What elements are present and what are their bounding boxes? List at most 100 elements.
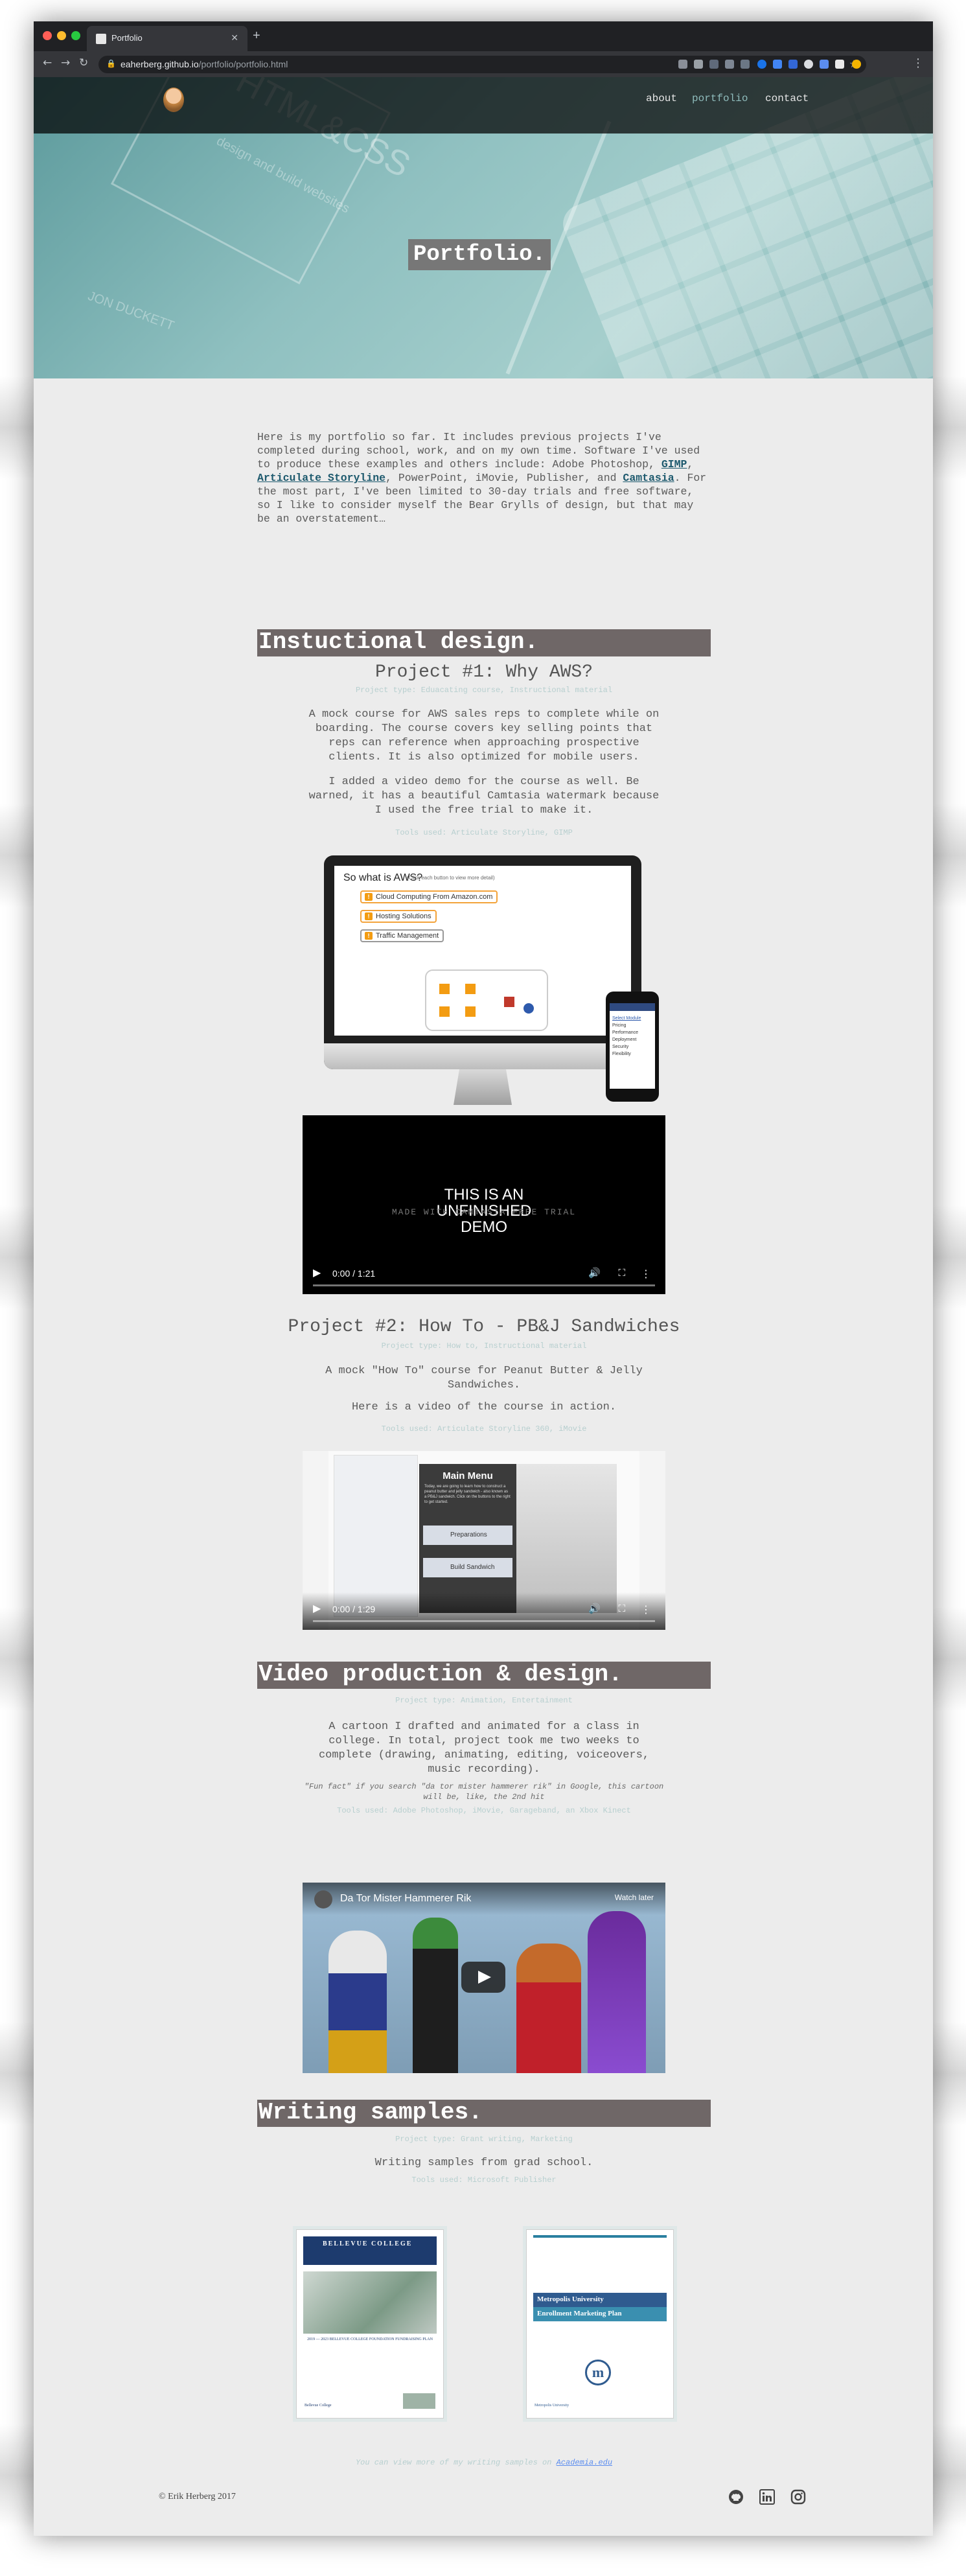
close-tab-icon[interactable]: ✕	[231, 32, 238, 43]
video-time: 0:00 / 1:29	[332, 1604, 376, 1614]
section-heading-writing: Writing samples.	[257, 2100, 711, 2127]
extension-icon[interactable]	[678, 60, 687, 69]
aws-diagram	[425, 969, 548, 1031]
academia-link[interactable]: Academia.edu	[557, 2458, 612, 2467]
video-time: 0:00 / 1:21	[332, 1268, 376, 1279]
aws-demo-video[interactable]: THIS IS AN UNFINISHED DEMO MADE WITH CAM…	[303, 1115, 665, 1294]
play-icon[interactable]: ▶	[313, 1602, 321, 1614]
doc-footer: Metropolis University	[535, 2404, 569, 2408]
tab-title: Portfolio	[111, 33, 143, 43]
project-2-video-note: Here is a video of the course in action.	[351, 1401, 617, 1413]
favicon-icon	[96, 34, 106, 44]
youtube-play-button[interactable]	[461, 1962, 505, 1993]
link-gimp[interactable]: GIMP	[661, 458, 687, 470]
nav-link-about[interactable]: about	[646, 93, 677, 104]
forward-icon[interactable]: →	[61, 56, 70, 69]
youtube-embed[interactable]: Da Tor Mister Hammerer Rik Watch later	[303, 1883, 665, 2073]
extension-icon[interactable]	[694, 60, 703, 69]
avatar[interactable]	[163, 87, 184, 112]
url-text: eaherberg.github.io/portfolio/portfolio.…	[121, 59, 288, 69]
video-controls: ▶ 0:00 / 1:29 🔊 ⛶ ⋮	[303, 1592, 665, 1630]
video-project-type: Project type: Animation, Entertainment	[395, 1696, 573, 1705]
play-icon[interactable]: ▶	[313, 1266, 321, 1279]
doc-thumbnail	[403, 2393, 435, 2409]
reload-icon[interactable]: ↻	[79, 56, 88, 69]
diagram-node	[523, 1003, 534, 1014]
extension-icon[interactable]	[804, 60, 813, 69]
profile-avatar-icon[interactable]	[852, 60, 861, 69]
browser-tab[interactable]: Portfolio ✕	[87, 26, 247, 51]
extension-icon[interactable]	[757, 60, 766, 69]
course-slide: So what is AWS? (Click each button to vi…	[334, 866, 631, 1036]
project-2-description: A mock "How To" course for Peanut Butter…	[325, 1365, 643, 1391]
extension-icon[interactable]	[725, 60, 734, 69]
course-mockup-image: So what is AWS? (Click each button to vi…	[324, 855, 659, 1115]
video-progress-bar[interactable]	[313, 1284, 655, 1286]
doc-footer: Bellevue College	[305, 2404, 332, 2408]
cartoon-character	[328, 1931, 387, 2073]
phone-menu-item: Flexibility	[612, 1052, 631, 1056]
back-icon[interactable]: ←	[43, 56, 52, 69]
build-sandwich-button: Build Sandwich	[423, 1558, 512, 1577]
browser-window: Portfolio ✕ + ← → ↻ 🔒 eaherberg.github.i…	[34, 21, 933, 2536]
github-icon[interactable]	[728, 2489, 744, 2505]
phone-menu-title: Select Module	[612, 1016, 641, 1021]
video-project-tools: Tools used: Adobe Photoshop, iMovie, Gar…	[337, 1806, 631, 1815]
project-2-tools: Tools used: Articulate Storyline 360, iM…	[381, 1424, 587, 1433]
writing-sample-bellevue[interactable]: BELLEVUE COLLEGE 2019 — 2023 BELLEVUE CO…	[296, 2229, 444, 2419]
video-progress-bar[interactable]	[313, 1620, 655, 1622]
extension-icon[interactable]	[773, 60, 782, 69]
new-tab-button[interactable]: +	[253, 29, 260, 43]
doc-header: BELLEVUE COLLEGE	[303, 2236, 437, 2265]
video-project-description: A cartoon I drafted and animated for a c…	[318, 1721, 650, 1776]
phone-header	[610, 1003, 655, 1011]
diagram-node	[439, 984, 450, 994]
instagram-icon[interactable]	[790, 2489, 806, 2505]
writing-sample-metropolis[interactable]: Metropolis University Enrollment Marketi…	[526, 2229, 674, 2419]
browser-tab-bar: Portfolio ✕ +	[34, 21, 933, 51]
link-articulate-storyline[interactable]: Articulate Storyline	[257, 472, 385, 484]
doc-title-line2: Enrollment Marketing Plan	[533, 2307, 667, 2321]
more-samples-text: You can view more of my writing samples …	[355, 2458, 613, 2467]
extension-icon[interactable]	[820, 60, 829, 69]
phone-menu-item: Security	[612, 1045, 629, 1049]
site-nav: about portfolio contact	[34, 77, 933, 133]
nav-link-portfolio[interactable]: portfolio	[692, 93, 748, 104]
lock-icon: 🔒	[106, 59, 116, 68]
minimize-window-button[interactable]	[57, 31, 66, 40]
phone-menu-item: Performance	[612, 1030, 639, 1035]
extension-icon[interactable]	[709, 60, 719, 69]
extension-icon[interactable]	[835, 60, 844, 69]
imac-stand	[454, 1069, 512, 1105]
linkedin-icon[interactable]	[759, 2489, 775, 2505]
extension-icon[interactable]	[741, 60, 750, 69]
fullscreen-icon[interactable]: ⛶	[618, 1603, 625, 1614]
writing-tools: Tools used: Microsoft Publisher	[411, 2176, 557, 2185]
imac-screen: So what is AWS? (Click each button to vi…	[324, 855, 641, 1069]
more-options-icon[interactable]: ⋮	[641, 1268, 651, 1280]
doc-caption: 2019 — 2023 BELLEVUE COLLEGE FOUNDATION …	[307, 2338, 433, 2341]
link-camtasia[interactable]: Camtasia	[623, 472, 674, 484]
diagram-node	[465, 1006, 476, 1017]
channel-avatar[interactable]	[314, 1890, 332, 1909]
more-options-icon[interactable]: ⋮	[641, 1603, 651, 1616]
project-1-video-note: I added a video demo for the course as w…	[308, 776, 660, 817]
youtube-video-title[interactable]: Da Tor Mister Hammerer Rik	[340, 1893, 471, 1905]
fullscreen-icon[interactable]: ⛶	[618, 1267, 625, 1279]
pbj-demo-video[interactable]: Main Menu Today, we are going to learn h…	[303, 1451, 665, 1630]
close-window-button[interactable]	[43, 31, 52, 40]
browser-menu-icon[interactable]: ⋮	[912, 56, 924, 70]
cartoon-character	[413, 1918, 458, 2073]
extension-icon[interactable]	[788, 60, 798, 69]
nav-link-contact[interactable]: contact	[765, 93, 809, 104]
watch-later-button[interactable]: Watch later	[615, 1893, 654, 1902]
hero-bg-text: JON DUCKETT	[86, 288, 176, 334]
project-1-title: Project #1: Why AWS?	[374, 662, 593, 682]
project-1-description: A mock course for AWS sales reps to comp…	[308, 708, 660, 763]
volume-icon[interactable]: 🔊	[588, 1603, 601, 1614]
maximize-window-button[interactable]	[71, 31, 80, 40]
video-watermark: MADE WITH CAMTASIA FREE TRIAL	[391, 1207, 577, 1217]
phone-screen: Select Module Pricing Performance Deploy…	[610, 1003, 655, 1089]
volume-icon[interactable]: 🔊	[588, 1267, 601, 1279]
main-menu-panel: Main Menu Today, we are going to learn h…	[419, 1464, 516, 1613]
